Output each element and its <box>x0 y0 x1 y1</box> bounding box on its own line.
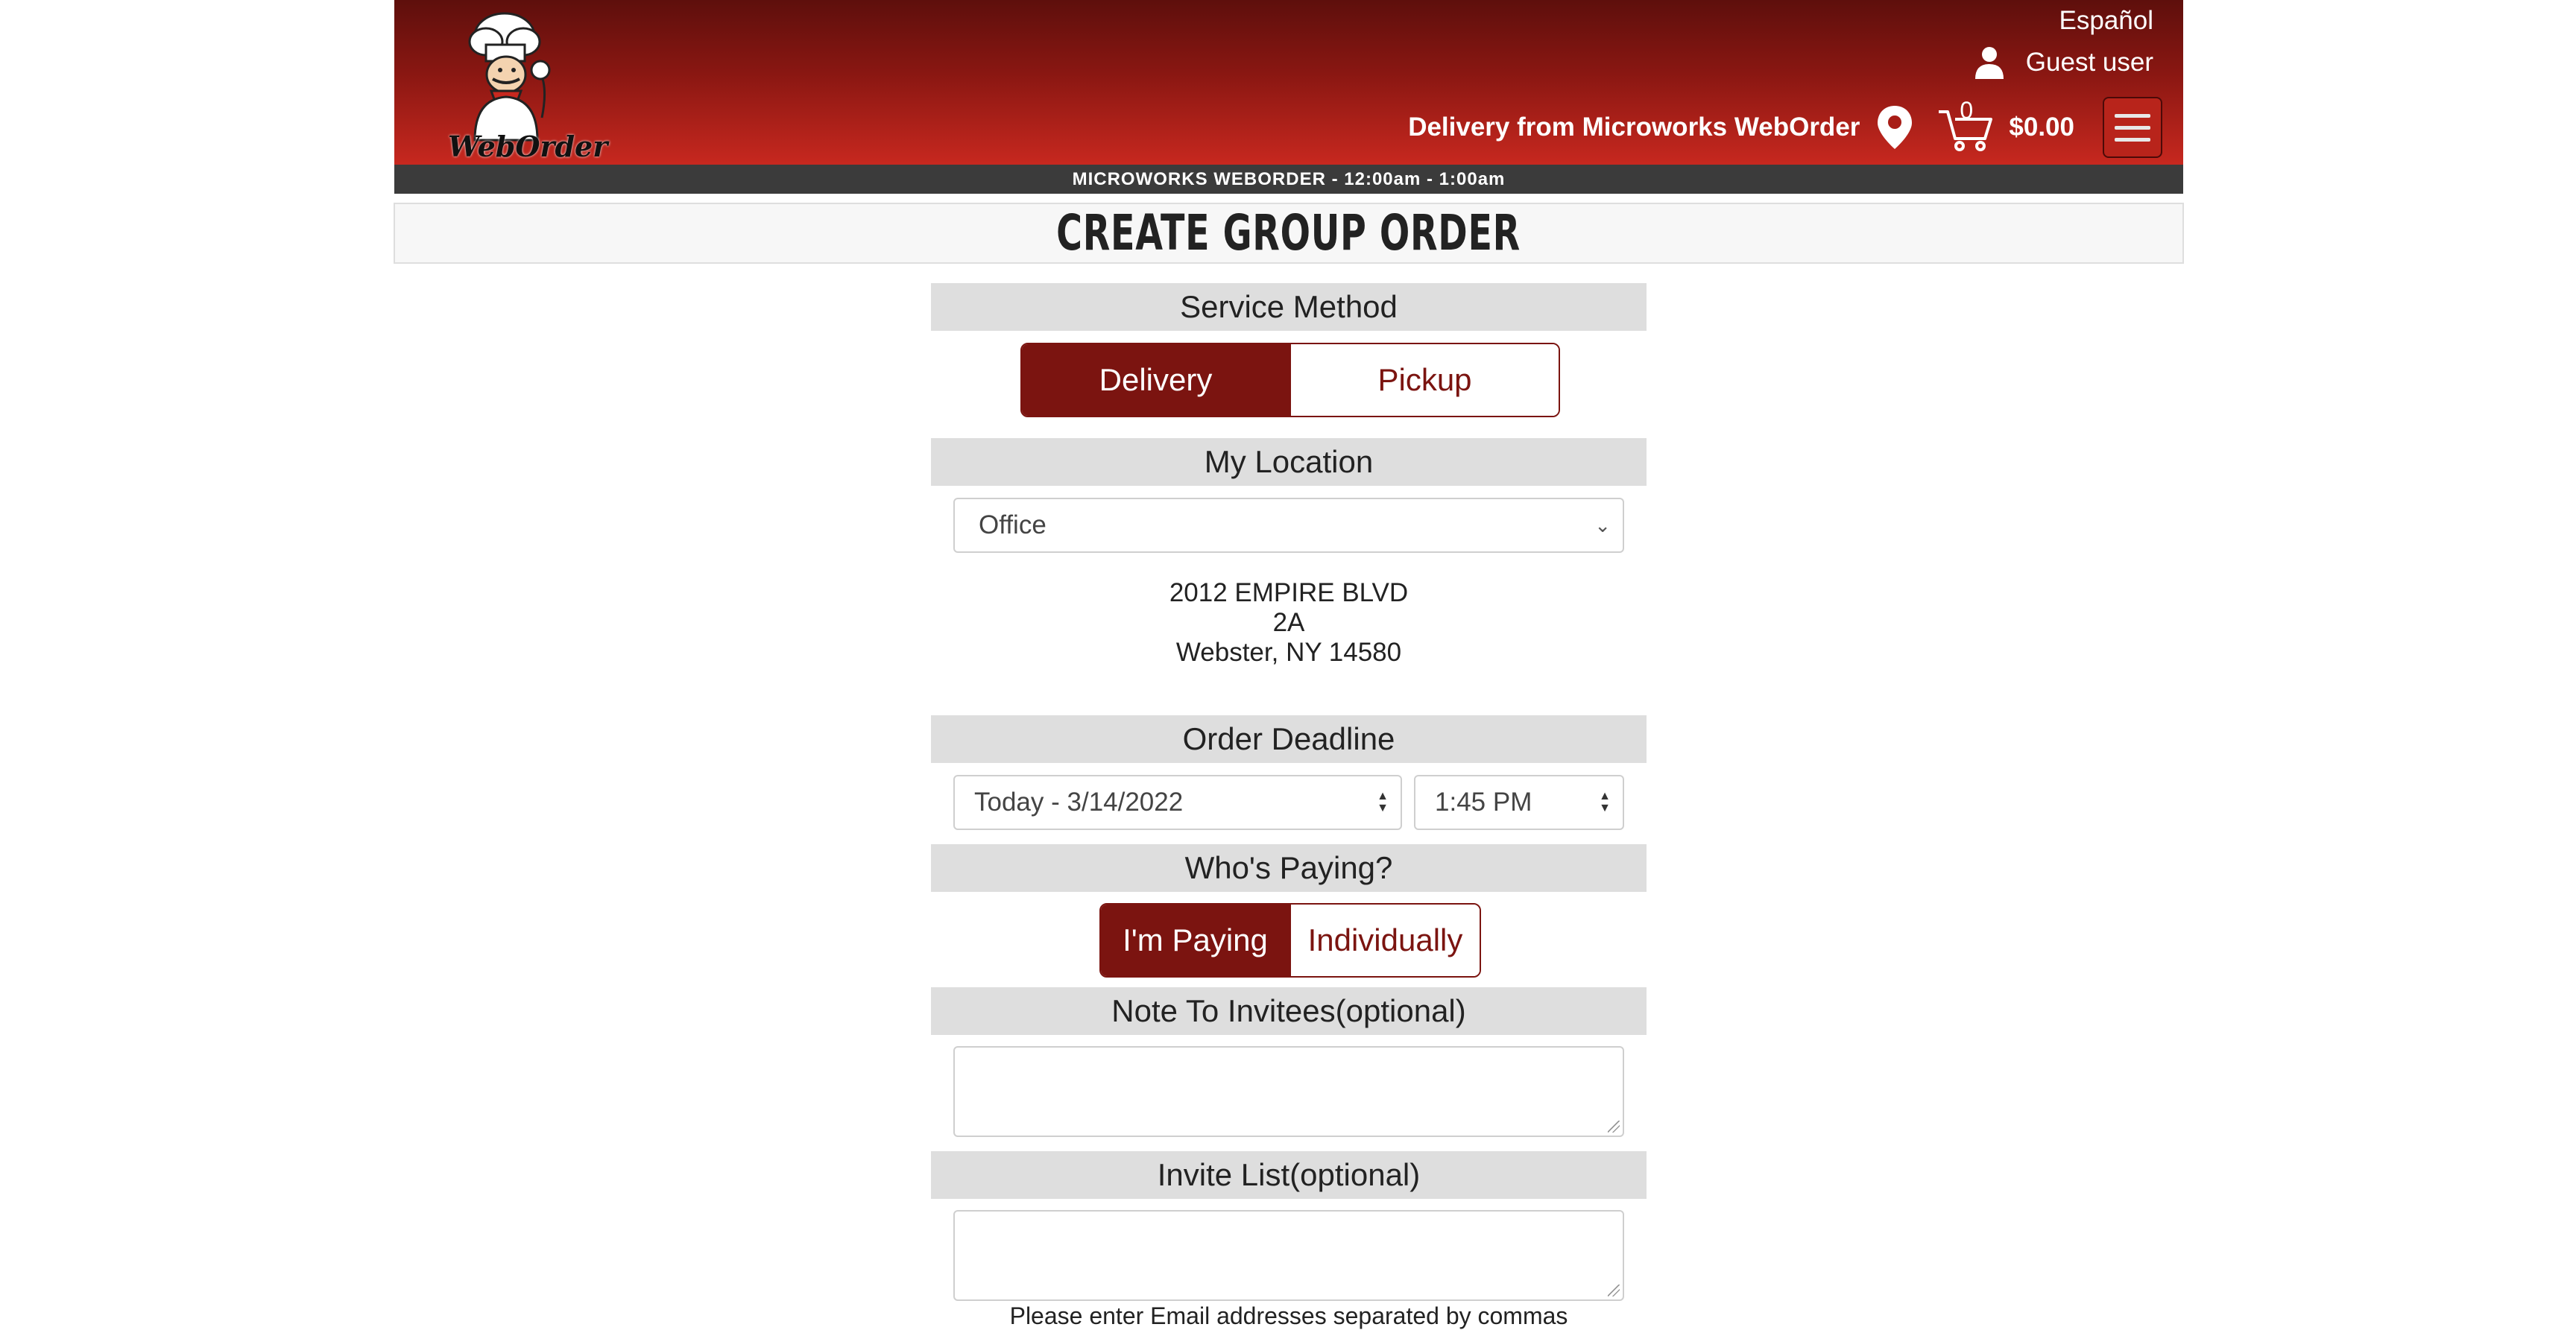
delivery-from-label[interactable]: Delivery from Microworks WebOrder <box>1408 113 1860 142</box>
service-method-toggle: Delivery Pickup <box>1020 343 1560 417</box>
address-line-1: 2012 EMPIRE BLVD <box>1169 578 1409 607</box>
guest-user-label: Guest user <box>2025 48 2153 77</box>
delivery-toolbar: Delivery from Microworks WebOrder 0 $0.0… <box>1408 95 2162 159</box>
service-method-heading: Service Method <box>931 283 1647 331</box>
delivery-address: 2012 EMPIRE BLVD 2A Webster, NY 14580 <box>953 578 1624 668</box>
logo-text: WebOrder <box>448 130 608 163</box>
my-location-heading: My Location <box>931 438 1647 486</box>
location-select[interactable]: Office ⌄ <box>953 498 1624 553</box>
invite-list-textarea[interactable] <box>953 1210 1624 1301</box>
im-paying-button[interactable]: I'm Paying <box>1101 905 1289 976</box>
guest-user-link[interactable]: Guest user <box>1974 45 2153 80</box>
resize-handle-icon[interactable] <box>1608 1285 1620 1296</box>
whos-paying-heading: Who's Paying? <box>931 844 1647 892</box>
store-hours-bar: MICROWORKS WEBORDER - 12:00am - 1:00am <box>394 165 2183 194</box>
address-line-2: 2A <box>1272 608 1305 637</box>
deadline-time-value: 1:45 PM <box>1435 788 1532 817</box>
select-arrows-icon: ▲ ▼ <box>1377 790 1389 814</box>
location-select-value: Office <box>979 510 1046 539</box>
delivery-option-button[interactable]: Delivery <box>1022 344 1289 416</box>
hamburger-menu-icon <box>2115 113 2150 118</box>
user-icon <box>1974 47 2004 79</box>
deadline-date-value: Today - 3/14/2022 <box>974 788 1184 817</box>
order-deadline-heading: Order Deadline <box>931 715 1647 763</box>
note-to-invitees-heading: Note To Invitees(optional) <box>931 987 1647 1035</box>
chevron-down-icon: ⌄ <box>1594 513 1611 536</box>
hamburger-menu-button[interactable] <box>2103 97 2162 158</box>
note-to-invitees-textarea[interactable] <box>953 1046 1624 1137</box>
resize-handle-icon[interactable] <box>1608 1121 1620 1133</box>
cart-item-count: 0 <box>1960 97 1974 124</box>
deadline-date-select[interactable]: Today - 3/14/2022 ▲ ▼ <box>953 775 1402 830</box>
cart-total[interactable]: $0.00 <box>2009 113 2074 142</box>
invite-list-heading: Invite List(optional) <box>931 1151 1647 1199</box>
language-link[interactable]: Español <box>2059 6 2153 36</box>
select-arrows-icon: ▲ ▼ <box>1599 790 1611 814</box>
individually-button[interactable]: Individually <box>1289 905 1480 976</box>
cart-button[interactable]: 0 <box>1937 97 1994 153</box>
address-line-3: Webster, NY 14580 <box>1175 638 1402 667</box>
page-title-box: Create Group Order <box>394 203 2184 264</box>
site-header: WebOrder Español Guest user Delivery fro… <box>394 0 2183 165</box>
weborder-chef-logo[interactable]: WebOrder <box>445 6 607 163</box>
page-title: Create Group Order <box>1056 204 1521 262</box>
location-pin-icon[interactable] <box>1876 104 1913 151</box>
deadline-time-select[interactable]: 1:45 PM ▲ ▼ <box>1414 775 1624 830</box>
whos-paying-toggle: I'm Paying Individually <box>1099 903 1481 978</box>
pickup-option-button[interactable]: Pickup <box>1289 344 1559 416</box>
invite-list-hint: Please enter Email addresses separated b… <box>1009 1302 1568 1329</box>
